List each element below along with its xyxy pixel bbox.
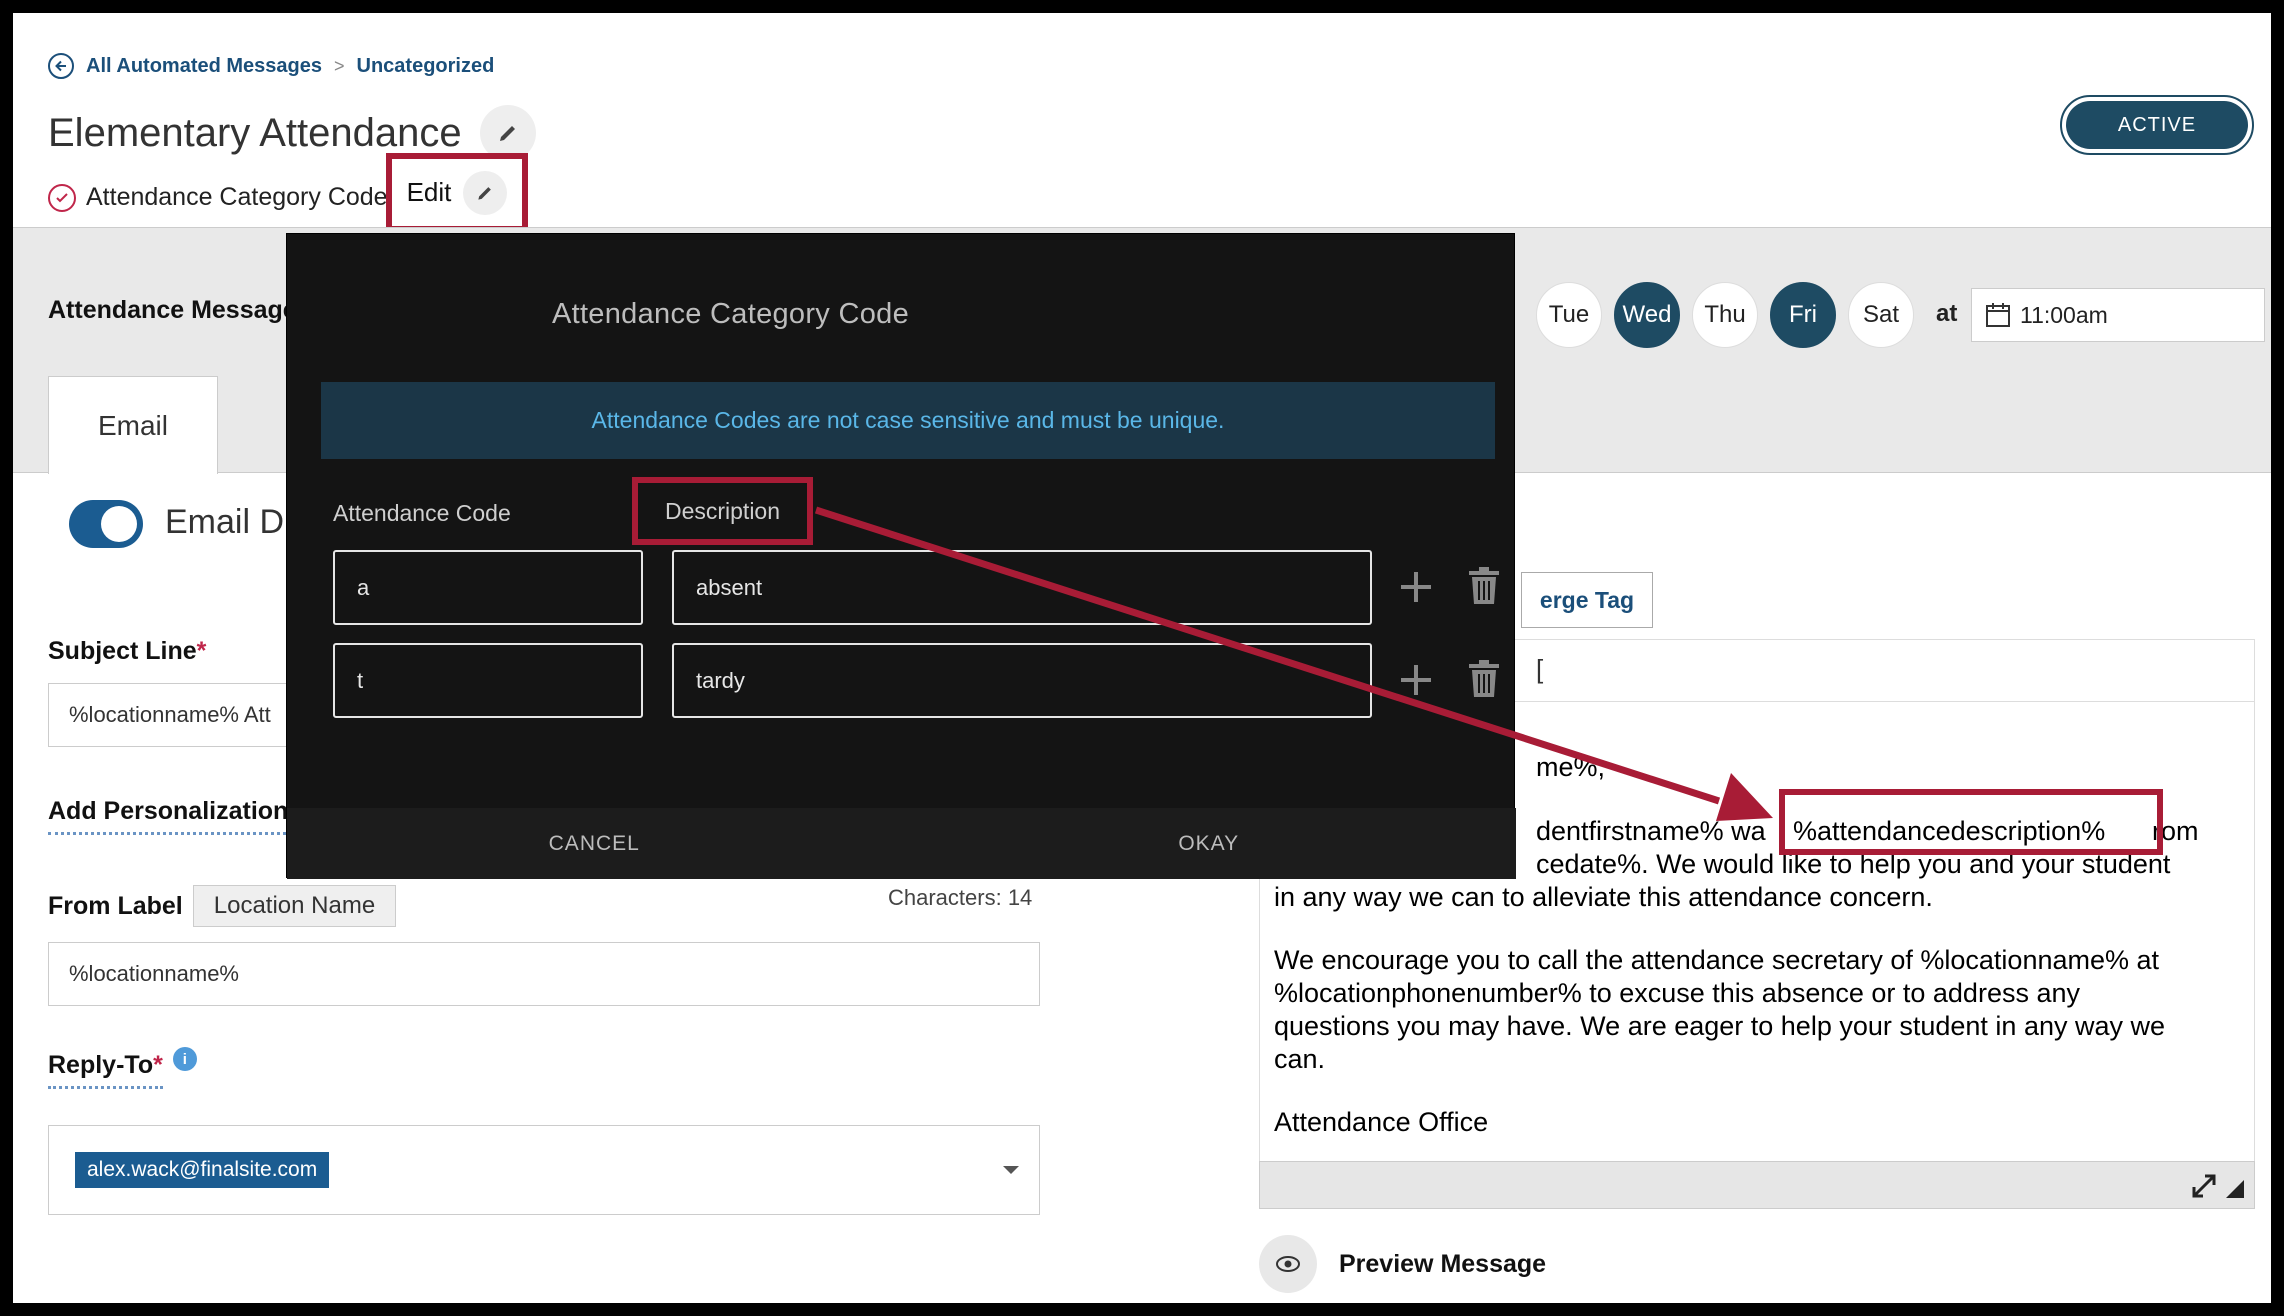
cancel-button[interactable]: CANCEL bbox=[287, 808, 902, 879]
day-thu[interactable]: Thu bbox=[1692, 282, 1758, 348]
time-value: 11:00am bbox=[2020, 301, 2108, 328]
add-personalization-link[interactable]: Add Personalization bbox=[48, 797, 298, 835]
editor-line: Attendance Office bbox=[1274, 1107, 1489, 1137]
editor-line: We encourage you to call the attendance … bbox=[1274, 945, 2160, 975]
category-code-modal: Attendance Category Code Attendance Code… bbox=[286, 233, 1516, 879]
reply-to-chip[interactable]: alex.wack@finalsite.com bbox=[75, 1152, 330, 1188]
description-input[interactable]: absent bbox=[672, 550, 1372, 625]
breadcrumb-separator: > bbox=[334, 55, 345, 76]
reply-to-select[interactable]: alex.wack@finalsite.com bbox=[48, 1125, 1040, 1215]
status-toggle[interactable]: ACTIVE bbox=[2060, 95, 2254, 155]
modal-footer: CANCEL OKAY bbox=[287, 808, 1516, 879]
plus-icon[interactable] bbox=[1397, 568, 1435, 606]
modal-notice: Attendance Codes are not case sensitive … bbox=[321, 382, 1495, 459]
day-selector: Tue Wed Thu Fri Sat bbox=[1536, 282, 1914, 348]
editor-line: %locationphonenumber% to excuse this abs… bbox=[1274, 978, 2080, 1008]
location-name-chip[interactable]: Location Name bbox=[192, 885, 397, 927]
resize-icon[interactable] bbox=[2226, 1180, 2244, 1198]
email-toggle-label: Email D bbox=[165, 503, 285, 541]
screenshot-frame: All Automated Messages > Uncategorized E… bbox=[13, 13, 2271, 1303]
expand-icon[interactable] bbox=[2190, 1172, 2218, 1200]
toolbar-fragment: [ bbox=[1536, 654, 1544, 684]
preview-message-label: Preview Message bbox=[1339, 1249, 1547, 1278]
email-toggle[interactable] bbox=[69, 500, 143, 548]
pencil-icon bbox=[463, 170, 508, 215]
calendar-icon bbox=[1986, 303, 2010, 327]
category-code-label: Attendance Category Code bbox=[86, 183, 388, 211]
description-header: Description bbox=[664, 497, 781, 524]
editor-line: rom bbox=[2152, 816, 2199, 846]
back-circle-icon[interactable] bbox=[48, 53, 74, 79]
editor-footer bbox=[1259, 1161, 2255, 1209]
page-title: Elementary Attendance bbox=[48, 110, 462, 155]
modal-title: Attendance Category Code bbox=[551, 298, 909, 330]
tab-email[interactable]: Email bbox=[48, 376, 218, 474]
day-wed[interactable]: Wed bbox=[1614, 282, 1680, 348]
code-input[interactable]: a bbox=[333, 550, 643, 625]
category-code-row: Attendance Category Code bbox=[48, 183, 388, 212]
from-label: From Label bbox=[48, 891, 183, 920]
description-input[interactable]: tardy bbox=[672, 643, 1372, 718]
trash-icon[interactable] bbox=[1467, 566, 1501, 606]
code-input[interactable]: t bbox=[333, 643, 643, 718]
breadcrumb: All Automated Messages > Uncategorized bbox=[48, 53, 494, 79]
description-header-highlight: Description bbox=[632, 477, 813, 545]
check-circle-icon bbox=[48, 183, 76, 212]
trash-icon[interactable] bbox=[1467, 659, 1501, 699]
breadcrumb-root-link[interactable]: All Automated Messages bbox=[86, 55, 322, 78]
editor-line: cedate%. We would like to help you and y… bbox=[1536, 849, 2171, 879]
caret-down-icon[interactable] bbox=[1003, 1166, 1019, 1174]
okay-button[interactable]: OKAY bbox=[902, 808, 1517, 879]
preview-message-button[interactable]: Preview Message bbox=[1259, 1235, 1546, 1293]
attendance-description-tag: %attendancedescription% bbox=[1793, 816, 2106, 846]
characters-count: Characters: 14 bbox=[888, 885, 1033, 910]
info-icon[interactable]: i bbox=[172, 1047, 197, 1071]
editor-line: dentfirstname% wa bbox=[1536, 816, 1766, 846]
attendance-message-label: Attendance Message bbox=[48, 296, 297, 324]
edit-label: Edit bbox=[406, 177, 452, 207]
from-label-row: From Label Location Name bbox=[48, 885, 397, 927]
at-label: at bbox=[1936, 300, 1958, 327]
editor-line: in any way we can to alleviate this atte… bbox=[1274, 882, 1933, 912]
status-label: ACTIVE bbox=[2066, 101, 2248, 149]
editor-line: can. bbox=[1274, 1044, 1326, 1074]
day-fri[interactable]: Fri bbox=[1770, 282, 1836, 348]
attendance-code-header: Attendance Code bbox=[333, 500, 511, 526]
plus-icon[interactable] bbox=[1397, 661, 1435, 699]
pencil-icon bbox=[499, 126, 515, 141]
day-tue[interactable]: Tue bbox=[1536, 282, 1602, 348]
merge-tag-button[interactable]: erge Tag bbox=[1521, 572, 1653, 628]
from-input[interactable]: %locationname% bbox=[48, 942, 1040, 1006]
reply-to-row: Reply-To* i bbox=[48, 1047, 197, 1089]
eye-icon bbox=[1259, 1235, 1317, 1293]
edit-category-button[interactable]: Edit bbox=[386, 153, 528, 232]
reply-to-label: Reply-To* bbox=[48, 1051, 163, 1089]
subject-line-label: Subject Line* bbox=[48, 637, 207, 665]
day-sat[interactable]: Sat bbox=[1848, 282, 1914, 348]
editor-line: questions you may have. We are eager to … bbox=[1274, 1011, 2166, 1041]
editor-line: me%, bbox=[1536, 752, 1606, 782]
breadcrumb-current-link[interactable]: Uncategorized bbox=[357, 55, 495, 78]
time-input[interactable]: 11:00am bbox=[1971, 288, 2265, 342]
